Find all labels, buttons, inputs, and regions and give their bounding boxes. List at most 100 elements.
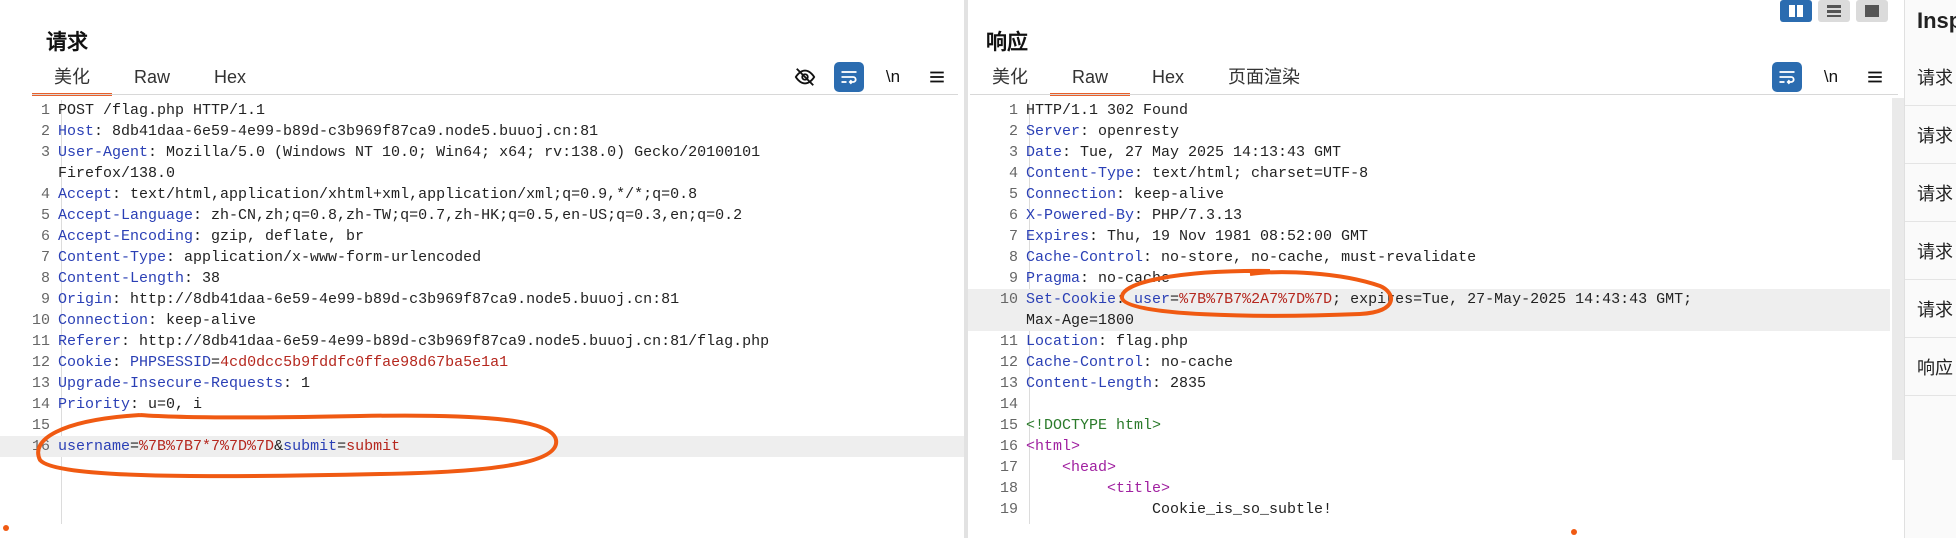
response-toolbar: \n [1772,62,1890,92]
inspector-item[interactable]: 响应 [1905,340,1956,396]
code-line: 15 [0,415,964,436]
code-token: : zh-CN,zh;q=0.8,zh-TW;q=0.7,zh-HK;q=0.5… [193,207,743,224]
tab-request-pretty[interactable]: 美化 [32,62,112,96]
line-number: 3 [1008,144,1018,161]
eye-off-icon[interactable] [790,62,820,92]
code-line: 3 Date: Tue, 27 May 2025 14:13:43 GMT [968,142,1890,163]
code-line: 14 Priority: u=0, i [0,394,964,415]
code-text: username=%7B%7B7*7%7D%7D&submit=submit [58,436,400,457]
code-line: 12 Cookie: PHPSESSID=4cd0dcc5b9fddfc0ffae… [0,352,964,373]
code-token: : u=0, i [130,396,203,413]
line-number: 13 [999,375,1018,392]
header-key: Host [58,123,95,140]
code-token: : openresty [1080,123,1180,140]
header-key: Content-Length [1026,375,1153,392]
code-text: Content-Length: 2835 [1026,373,1206,394]
response-editor[interactable]: 1 HTTP/1.1 302 Found 2 Server: openresty 3 Da… [968,100,1890,524]
line-number: 16 [31,438,50,455]
header-key: Accept [58,186,113,203]
wrap-icon[interactable] [834,62,864,92]
code-line: 5 Connection: keep-alive [968,184,1890,205]
code-text: Set-Cookie: user=%7B%7B7%2A7%7D%7D; expi… [1026,289,1692,310]
code-line: 0Firefox/138.0 [0,163,964,184]
code-line: 2 Server: openresty [968,121,1890,142]
inspector-item[interactable]: 请求 [1905,108,1956,164]
code-line: 18 <title> [968,478,1890,499]
line-number: 0 [0,163,58,184]
line-number: 10 [31,312,50,329]
code-token: 4cd0dcc5b9fddfc0ffae98d67ba5e1a1 [220,354,509,371]
code-token: %7B%7B7%2A7%7D%7D [1179,291,1333,308]
code-token: = [211,354,221,371]
header-key: Content-Type [1026,165,1135,182]
newline-icon[interactable]: \n [878,62,908,92]
header-key: Date [1026,144,1063,161]
code-token: : text/html; charset=UTF-8 [1134,165,1369,182]
tab-response-raw[interactable]: Raw [1050,62,1131,96]
inspector-item[interactable]: 请求 [1905,224,1956,280]
response-scrollbar[interactable] [1892,98,1904,460]
single-view-icon[interactable] [1856,0,1888,22]
inspector-item[interactable]: 请求 [1905,282,1956,338]
code-line: 10 Connection: keep-alive [0,310,964,331]
line-number: 2 [1008,123,1018,140]
code-text: Cache-Control: no-cache [1026,352,1233,373]
line-number: 11 [999,333,1018,350]
code-text: Cookie: PHPSESSID=4cd0dcc5b9fddfc0ffae98… [58,352,508,373]
newline-icon[interactable]: \n [1816,62,1846,92]
code-line: 1 POST /flag.php HTTP/1.1 [0,100,964,121]
inspector-item[interactable]: 请求 [1905,50,1956,106]
tab-response-pretty[interactable]: 美化 [970,62,1050,94]
code-token: = [130,438,140,455]
code-line: 13 Content-Length: 2835 [968,373,1890,394]
code-token: : 38 [184,270,221,287]
code-text: <title> [1026,478,1170,499]
inspector-item[interactable]: 请求 [1905,166,1956,222]
code-line: 19 Cookie_is_so_subtle! [968,499,1890,520]
inspector-title: Insp [1917,8,1956,33]
code-text: User-Agent: Mozilla/5.0 (Windows NT 10.0… [58,142,760,163]
code-text: Location: flag.php [1026,331,1188,352]
code-token: & [274,438,284,455]
header-key: Location [1026,333,1099,350]
line-number: 2 [40,123,50,140]
code-text: <head> [1026,457,1116,478]
header-key: Cache-Control [1026,249,1144,266]
code-token: : 2835 [1152,375,1207,392]
line-number: 18 [999,480,1018,497]
code-line: 17 <head> [968,457,1890,478]
code-text: Accept-Encoding: gzip, deflate, br [58,226,364,247]
code-line: 6 Accept-Encoding: gzip, deflate, br [0,226,964,247]
line-number: 5 [1008,186,1018,203]
code-token: Max-Age=1800 [1026,312,1135,329]
header-key: Origin [58,291,113,308]
code-text: Firefox/138.0 [58,163,175,184]
split-rows-icon[interactable] [1818,0,1850,22]
code-line: 3 User-Agent: Mozilla/5.0 (Windows NT 10.… [0,142,964,163]
header-key: Pragma [1026,270,1081,287]
tab-response-render[interactable]: 页面渲染 [1206,62,1322,94]
header-key: Accept-Language [58,207,194,224]
tab-request-raw[interactable]: Raw [112,62,192,94]
code-token: : Tue, 27 May 2025 14:13:43 GMT [1062,144,1342,161]
split-columns-icon[interactable] [1780,0,1812,22]
menu-icon[interactable] [1860,62,1890,92]
code-text: POST /flag.php HTTP/1.1 [58,100,265,121]
menu-icon[interactable] [922,62,952,92]
code-text: <!DOCTYPE html> [1026,415,1161,436]
header-key: username [58,438,131,455]
line-number: 10 [999,291,1018,308]
code-token: <html> [1026,438,1081,455]
tab-request-hex[interactable]: Hex [192,62,268,94]
header-key: Cookie [58,354,113,371]
code-text: <html> [1026,436,1080,457]
response-title: 响应 [986,31,1028,54]
tab-response-hex[interactable]: Hex [1130,62,1206,94]
line-number: 6 [1008,207,1018,224]
code-line: 7 Expires: Thu, 19 Nov 1981 08:52:00 GMT [968,226,1890,247]
wrap-icon[interactable] [1772,62,1802,92]
line-number: 3 [40,144,50,161]
code-token: : gzip, deflate, br [193,228,365,245]
request-editor[interactable]: 1 POST /flag.php HTTP/1.1 2 Host: 8db41daa-… [0,100,964,524]
